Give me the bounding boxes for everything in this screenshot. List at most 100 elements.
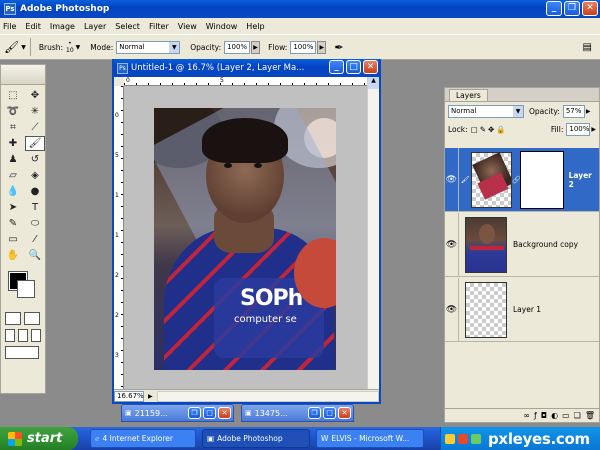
type-tool-icon[interactable]: T — [25, 200, 45, 215]
close-button[interactable]: ✕ — [582, 1, 598, 16]
adjustment-layer-icon[interactable]: ◐ — [551, 411, 558, 420]
opacity-input[interactable]: 100% — [224, 40, 251, 54]
healing-brush-tool-icon[interactable]: ✚ — [3, 136, 23, 151]
marquee-tool-icon[interactable]: ⬚ — [3, 88, 23, 103]
brush-picker[interactable]: • 10 — [66, 40, 74, 54]
link-layers-icon[interactable]: ∞ — [523, 411, 530, 420]
menu-filter[interactable]: Filter — [149, 22, 169, 31]
layer-row-layer-1[interactable]: 👁 Layer 1 — [445, 278, 599, 342]
new-layer-icon[interactable]: ❏ — [574, 411, 581, 420]
close-button[interactable]: ✕ — [338, 407, 351, 419]
start-button[interactable]: start — [0, 427, 78, 450]
toolbox-header[interactable] — [1, 65, 45, 85]
maximize-button[interactable]: □ — [203, 407, 216, 419]
layer-mask-thumbnail[interactable] — [520, 150, 564, 209]
vertical-scrollbar[interactable]: ▲ — [367, 77, 379, 389]
brush-tool-icon[interactable]: 🖌 — [25, 136, 45, 151]
layer-link-icon[interactable]: 🔗 — [512, 176, 522, 184]
document-minimize-button[interactable]: _ — [329, 60, 344, 74]
menu-file[interactable]: File — [3, 22, 16, 31]
eye-icon[interactable]: 👁 — [445, 213, 459, 276]
flow-slider-arrow-icon[interactable]: ▶ — [317, 40, 327, 54]
layer-style-icon[interactable]: ƒ — [534, 411, 537, 420]
magic-wand-tool-icon[interactable]: ✳ — [25, 104, 45, 119]
tab-layers[interactable]: Layers — [449, 89, 488, 101]
menu-view[interactable]: View — [178, 22, 197, 31]
document-maximize-button[interactable]: □ — [346, 60, 361, 74]
menu-edit[interactable]: Edit — [25, 22, 41, 31]
fill-input[interactable]: 100% — [566, 122, 591, 136]
tray-icon[interactable] — [458, 433, 468, 444]
restore-button[interactable]: ❐ — [564, 1, 580, 16]
layer-row-layer-2[interactable]: 👁 🖌 🔗 Layer 2 — [445, 148, 599, 212]
fill-arrow-icon[interactable]: ▶ — [591, 126, 596, 133]
delete-layer-icon[interactable]: 🗑 — [585, 411, 595, 420]
taskbar-button-internet-explorer[interactable]: ℯ 4 Internet Explorer — [90, 429, 196, 448]
close-button[interactable]: ✕ — [218, 407, 231, 419]
path-selection-tool-icon[interactable]: ➤ — [3, 200, 23, 215]
mode-select[interactable]: Normal ▼ — [116, 40, 181, 54]
horizontal-scrollbar[interactable] — [156, 390, 379, 402]
minimized-window[interactable]: ▣ 21159... ❐ □ ✕ — [121, 404, 234, 422]
screen-mode-standard-icon[interactable] — [5, 329, 15, 342]
scroll-up-icon[interactable]: ▲ — [368, 77, 379, 89]
brush-tool-icon[interactable]: 🖌 — [4, 40, 19, 54]
restore-button[interactable]: ❐ — [188, 407, 201, 419]
taskbar-button-photoshop[interactable]: ▣ Adobe Photoshop — [202, 429, 310, 448]
shape-tool-icon[interactable]: ⬭ — [25, 216, 45, 231]
layer-opacity-input[interactable]: 57% — [562, 104, 585, 118]
airbrush-icon[interactable]: ✒ — [334, 41, 343, 54]
lock-position-icon[interactable]: ✥ — [488, 125, 494, 134]
brush-picker-arrow-icon[interactable]: ▼ — [76, 44, 81, 51]
eraser-tool-icon[interactable]: ▱ — [3, 168, 23, 183]
taskbar-button-word[interactable]: W ELVIS - Microsoft W... — [316, 429, 424, 448]
menu-image[interactable]: Image — [50, 22, 75, 31]
crop-tool-icon[interactable]: ⌗ — [3, 120, 23, 135]
notes-tool-icon[interactable]: ▭ — [3, 232, 23, 247]
hand-tool-icon[interactable]: ✋ — [3, 248, 23, 263]
dodge-tool-icon[interactable]: ● — [25, 184, 45, 199]
menu-window[interactable]: Window — [206, 22, 238, 31]
new-group-icon[interactable]: ▭ — [562, 411, 570, 420]
background-color-swatch[interactable] — [17, 280, 35, 298]
eyedropper-tool-icon[interactable]: ⁄ — [25, 232, 45, 247]
status-menu-arrow-icon[interactable]: ▶ — [148, 393, 153, 400]
zoom-field[interactable]: 16.67% — [114, 390, 144, 402]
eye-icon[interactable]: 👁 — [445, 148, 459, 211]
menu-help[interactable]: Help — [246, 22, 264, 31]
flow-input[interactable]: 100% — [290, 40, 317, 54]
tray-icon[interactable] — [471, 433, 481, 444]
layer-row-background-copy[interactable]: 👁 Background copy — [445, 213, 599, 277]
lock-all-icon[interactable]: 🔒 — [496, 125, 505, 134]
clone-stamp-tool-icon[interactable]: ♟ — [3, 152, 23, 167]
tool-preset-arrow-icon[interactable]: ▼ — [21, 44, 26, 51]
pen-tool-icon[interactable]: ✎ — [3, 216, 23, 231]
lock-transparency-icon[interactable]: ▢ — [471, 125, 478, 134]
canvas-area[interactable]: SOPh computer se — [124, 86, 369, 389]
quick-mask-mode-icon[interactable] — [24, 312, 40, 325]
eye-icon[interactable]: 👁 — [445, 278, 459, 341]
slice-tool-icon[interactable]: ⟋ — [25, 120, 45, 135]
zoom-tool-icon[interactable]: 🔍 — [25, 248, 45, 263]
layer-opacity-arrow-icon[interactable]: ▶ — [586, 108, 591, 115]
document-image[interactable]: SOPh computer se — [154, 108, 336, 370]
maximize-button[interactable]: □ — [323, 407, 336, 419]
blend-mode-select[interactable]: Normal ▼ — [448, 104, 524, 118]
blur-tool-icon[interactable]: 💧 — [3, 184, 23, 199]
menu-select[interactable]: Select — [115, 22, 140, 31]
document-close-button[interactable]: ✕ — [363, 60, 378, 74]
move-tool-icon[interactable]: ✥ — [25, 88, 45, 103]
tray-icon[interactable] — [445, 433, 455, 444]
standard-mode-icon[interactable] — [5, 312, 21, 325]
jump-to-imageready-icon[interactable] — [5, 346, 39, 359]
history-brush-tool-icon[interactable]: ↺ — [25, 152, 45, 167]
paint-bucket-tool-icon[interactable]: ◈ — [25, 168, 45, 183]
menu-layer[interactable]: Layer — [84, 22, 106, 31]
palette-well-icon[interactable]: ▤ — [583, 42, 592, 53]
minimized-window[interactable]: ▣ 13475... ❐ □ ✕ — [241, 404, 354, 422]
restore-button[interactable]: ❐ — [308, 407, 321, 419]
add-mask-icon[interactable]: ◘ — [541, 411, 547, 420]
screen-mode-full-menu-icon[interactable] — [18, 329, 28, 342]
screen-mode-full-icon[interactable] — [31, 329, 41, 342]
minimize-button[interactable]: _ — [546, 1, 562, 16]
